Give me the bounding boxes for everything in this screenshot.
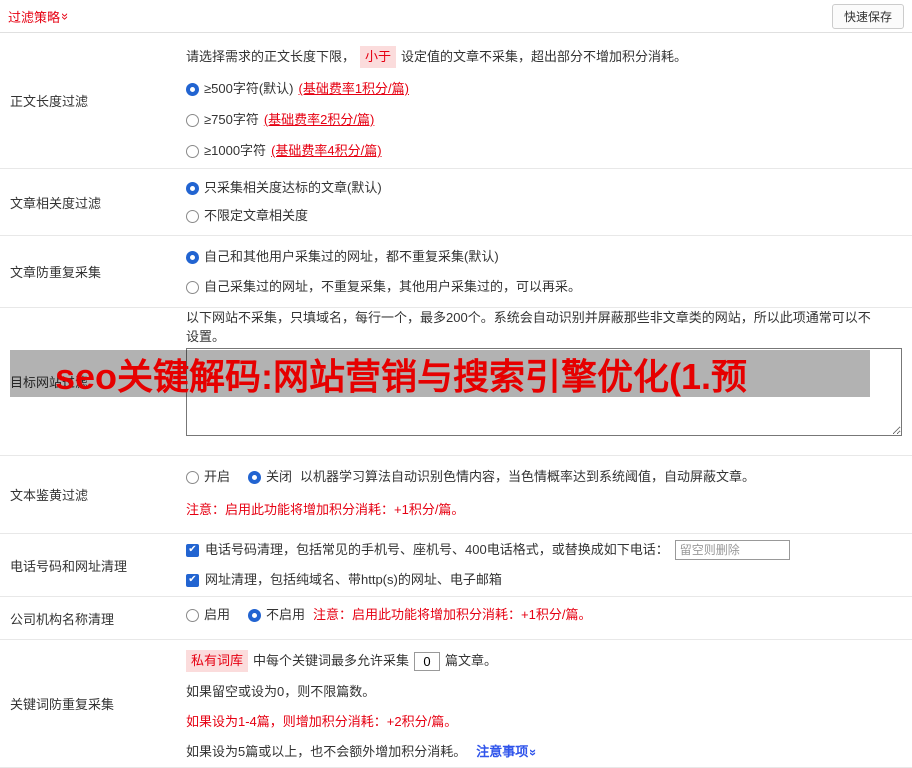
option-label: 只采集相关度达标的文章(默认) (204, 178, 382, 198)
section-label: 文章防重复采集 (0, 236, 178, 307)
option-off-label: 不启用 (266, 605, 305, 625)
radio-icon[interactable] (186, 609, 199, 622)
option-on-label: 开启 (204, 467, 230, 487)
watermark-overlay: seo关键解码:网站营销与搜索引擎优化(1.预 (10, 350, 870, 397)
section-keyword-dedupe: 关键词防重复采集 私有词库 中每个关键词最多允许采集 篇文章。 如果留空或设为0… (0, 640, 912, 768)
section-phone-url-cleanup: 电话号码和网址清理 电话号码清理，包括常见的手机号、座机号、400电话格式，或替… (0, 534, 912, 597)
note-text: 如果设为5篇或以上，也不会额外增加积分消耗。 (186, 742, 466, 762)
radio-icon[interactable] (186, 83, 199, 96)
filter-strategy-page: 过滤策略 » 快速保存 正文长度过滤 请选择需求的正文长度下限， 小于 设定值的… (0, 0, 912, 768)
porn-filter-desc: 以机器学习算法自动识别色情内容，当色情概率达到系统阈值，自动屏蔽文章。 (300, 467, 755, 487)
option-label: ≥500字符(默认) (204, 79, 293, 99)
replacement-phone-input[interactable] (675, 540, 790, 560)
less-than-highlight: 小于 (360, 46, 396, 68)
relevance-option-strict[interactable]: 只采集相关度达标的文章(默认) (186, 178, 902, 198)
dedupe-option-global[interactable]: 自己和其他用户采集过的网址，都不重复采集(默认) (186, 247, 902, 267)
radio-icon[interactable] (186, 114, 199, 127)
length-intro: 请选择需求的正文长度下限， 小于 设定值的文章不采集，超出部分不增加积分消耗。 (186, 46, 902, 68)
topbar: 过滤策略 » 快速保存 (0, 0, 912, 33)
page-title[interactable]: 过滤策略 » (8, 7, 69, 26)
radio-icon[interactable] (186, 471, 199, 484)
radio-icon[interactable] (186, 182, 199, 195)
double-chevron-down-icon: » (527, 748, 540, 755)
page-title-text: 过滤策略 (8, 7, 60, 26)
length-option-750[interactable]: ≥750字符 (基础费率2积分/篇) (186, 110, 902, 130)
option-on-label: 启用 (204, 605, 230, 625)
quick-save-button[interactable]: 快速保存 (832, 4, 904, 29)
section-label: 公司机构名称清理 (0, 597, 178, 639)
option-label: ≥750字符 (204, 110, 259, 130)
keyword-note-five-plus: 如果设为5篇或以上，也不会额外增加积分消耗。 注意事项 » (186, 742, 902, 762)
section-article-dedupe: 文章防重复采集 自己和其他用户采集过的网址，都不重复采集(默认) 自己采集过的网… (0, 236, 912, 308)
option-label: 自己和其他用户采集过的网址，都不重复采集(默认) (204, 247, 499, 267)
intro-pre: 请选择需求的正文长度下限， (186, 47, 355, 67)
keyword-note-fee: 如果设为1-4篇，则增加积分消耗：+2积分/篇。 (186, 712, 902, 732)
option-label: 自己采集过的网址，不重复采集，其他用户采集过的，可以再采。 (204, 277, 581, 297)
section-body-length-filter: 正文长度过滤 请选择需求的正文长度下限， 小于 设定值的文章不采集，超出部分不增… (0, 33, 912, 169)
relevance-option-any[interactable]: 不限定文章相关度 (186, 206, 902, 226)
section-label: 文章相关度过滤 (0, 169, 178, 235)
url-cleanup-option[interactable]: 网址清理，包括纯域名、带http(s)的网址、电子邮箱 (186, 570, 902, 590)
section-porn-filter: 文本鉴黄过滤 开启 关闭 以机器学习算法自动识别色情内容，当色情概率达到系统阈值… (0, 456, 912, 534)
radio-icon[interactable] (186, 145, 199, 158)
porn-filter-fee-note: 注意：启用此功能将增加积分消耗：+1积分/篇。 (186, 500, 902, 520)
option-label: ≥1000字符 (204, 141, 266, 161)
radio-icon[interactable] (186, 210, 199, 223)
phone-cleanup-option[interactable]: 电话号码清理，包括常见的手机号、座机号、400电话格式，或替换成如下电话： (186, 540, 902, 560)
checkbox-icon[interactable] (186, 574, 199, 587)
limit-text-mid: 中每个关键词最多允许采集 (253, 651, 409, 671)
double-chevron-down-icon: » (59, 12, 72, 19)
option-fee-note: (基础费率4积分/篇) (271, 141, 382, 161)
option-off-label: 关闭 (266, 467, 292, 487)
intro-post: 设定值的文章不采集，超出部分不增加积分消耗。 (401, 47, 687, 67)
section-company-name-cleanup: 公司机构名称清理 启用 不启用 注意：启用此功能将增加积分消耗：+1积分/篇。 (0, 597, 912, 640)
option-label: 不限定文章相关度 (204, 206, 308, 226)
option-label: 电话号码清理，包括常见的手机号、座机号、400电话格式，或替换成如下电话： (205, 540, 669, 560)
notice-link[interactable]: 注意事项 » (476, 742, 537, 762)
porn-filter-options: 开启 关闭 以机器学习算法自动识别色情内容，当色情概率达到系统阈值，自动屏蔽文章… (186, 467, 902, 487)
radio-icon[interactable] (186, 251, 199, 264)
length-option-1000[interactable]: ≥1000字符 (基础费率4积分/篇) (186, 141, 902, 161)
radio-icon[interactable] (248, 609, 261, 622)
section-label: 关键词防重复采集 (0, 640, 178, 767)
checkbox-icon[interactable] (186, 544, 199, 557)
section-label: 文本鉴黄过滤 (0, 456, 178, 533)
limit-text-end: 篇文章。 (445, 651, 497, 671)
notice-link-text: 注意事项 (476, 742, 528, 762)
radio-icon[interactable] (248, 471, 261, 484)
keyword-limit-line: 私有词库 中每个关键词最多允许采集 篇文章。 (186, 650, 902, 672)
dedupe-option-self-only[interactable]: 自己采集过的网址，不重复采集，其他用户采集过的，可以再采。 (186, 277, 902, 297)
option-label: 网址清理，包括纯域名、带http(s)的网址、电子邮箱 (205, 570, 502, 590)
section-label: 正文长度过滤 (0, 33, 178, 168)
option-fee-note: (基础费率2积分/篇) (264, 110, 375, 130)
company-fee-note: 注意：启用此功能将增加积分消耗：+1积分/篇。 (313, 605, 591, 625)
length-option-500[interactable]: ≥500字符(默认) (基础费率1积分/篇) (186, 79, 902, 99)
radio-icon[interactable] (186, 281, 199, 294)
keyword-count-input[interactable] (414, 652, 440, 671)
keyword-note-unlimited: 如果留空或设为0，则不限篇数。 (186, 682, 902, 702)
private-lexicon-highlight: 私有词库 (186, 650, 248, 672)
company-cleanup-options: 启用 不启用 注意：启用此功能将增加积分消耗：+1积分/篇。 (186, 605, 902, 625)
site-filter-desc: 以下网站不采集，只填域名，每行一个，最多200个。系统会自动识别并屏蔽那些非文章… (186, 308, 880, 346)
watermark-text: seo关键解码:网站营销与搜索引擎优化(1.预 (55, 350, 747, 397)
option-fee-note: (基础费率1积分/篇) (298, 79, 409, 99)
section-relevance-filter: 文章相关度过滤 只采集相关度达标的文章(默认) 不限定文章相关度 (0, 169, 912, 236)
section-label: 电话号码和网址清理 (0, 534, 178, 596)
